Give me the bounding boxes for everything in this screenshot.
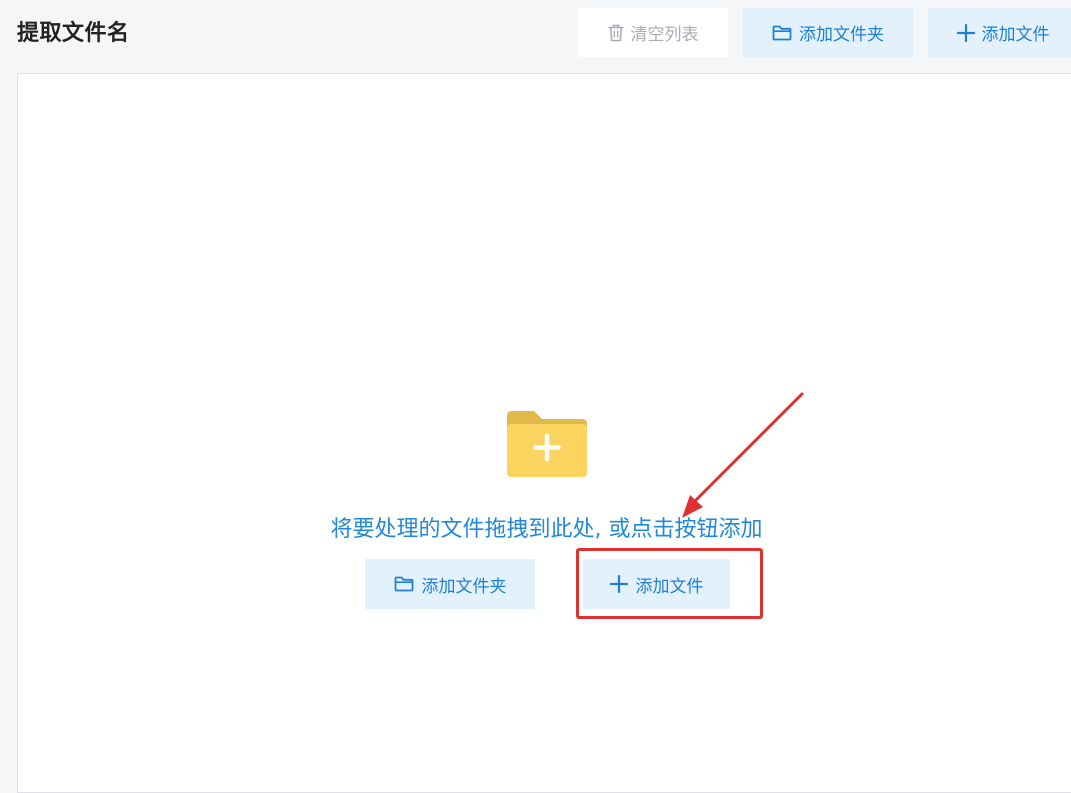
trash-icon	[607, 24, 624, 42]
folder-outline-icon	[394, 576, 414, 592]
folder-outline-icon	[772, 25, 792, 41]
page-title: 提取文件名	[17, 21, 130, 46]
add-file-button[interactable]: 添加文件	[928, 8, 1071, 57]
drop-hint-text: 将要处理的文件拖拽到此处, 或点击按钮添加	[330, 517, 763, 542]
annotation-highlight-box	[576, 548, 763, 619]
add-folder-center-button[interactable]: 添加文件夹	[365, 559, 535, 609]
add-file-label: 添加文件	[981, 25, 1050, 45]
folder-add-illustration	[506, 410, 588, 478]
annotation-arrow-icon	[682, 392, 804, 518]
clear-list-button[interactable]: 清空列表	[578, 8, 728, 57]
add-folder-button[interactable]: 添加文件夹	[743, 8, 913, 57]
plus-icon	[956, 23, 975, 42]
add-folder-label: 添加文件夹	[799, 25, 884, 45]
add-folder-center-label: 添加文件夹	[421, 576, 507, 597]
clear-list-label: 清空列表	[630, 25, 699, 45]
